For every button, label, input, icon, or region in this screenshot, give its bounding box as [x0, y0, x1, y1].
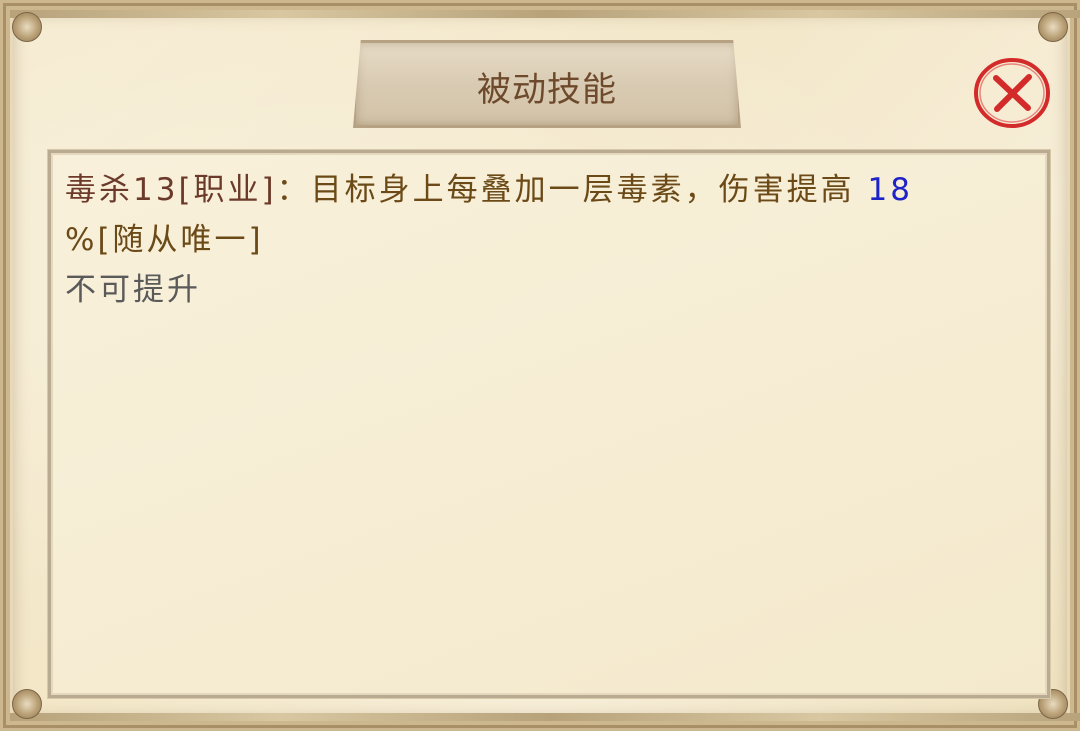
- skill-suffix: %[随从唯一]: [65, 222, 264, 258]
- close-x-icon: [974, 58, 1050, 128]
- upgrade-status: 不可提升: [65, 272, 201, 308]
- skill-name: 毒杀13[职业]: [65, 172, 277, 208]
- title-banner: 被动技能: [353, 40, 741, 128]
- skill-effect-text: 目标身上每叠加一层毒素，伤害提高: [310, 172, 855, 208]
- frame-top-border: [10, 10, 1080, 18]
- corner-ornament: [12, 12, 42, 42]
- passive-skill-dialog: 被动技能 毒杀13[职业]：目标身上每叠加一层毒素，伤害提高 18 %[随从唯一]…: [0, 0, 1080, 731]
- dialog-title: 被动技能: [477, 69, 617, 110]
- skill-value: 18: [867, 172, 913, 208]
- close-button[interactable]: [972, 56, 1052, 130]
- corner-ornament: [12, 689, 42, 719]
- skill-description: 毒杀13[职业]：目标身上每叠加一层毒素，伤害提高 18 %[随从唯一]: [65, 165, 1007, 265]
- corner-ornament: [1038, 12, 1068, 42]
- skill-description-panel: 毒杀13[职业]：目标身上每叠加一层毒素，伤害提高 18 %[随从唯一] 不可提升: [48, 150, 1050, 698]
- frame-bottom-border: [10, 713, 1080, 721]
- skill-separator: ：: [276, 172, 311, 208]
